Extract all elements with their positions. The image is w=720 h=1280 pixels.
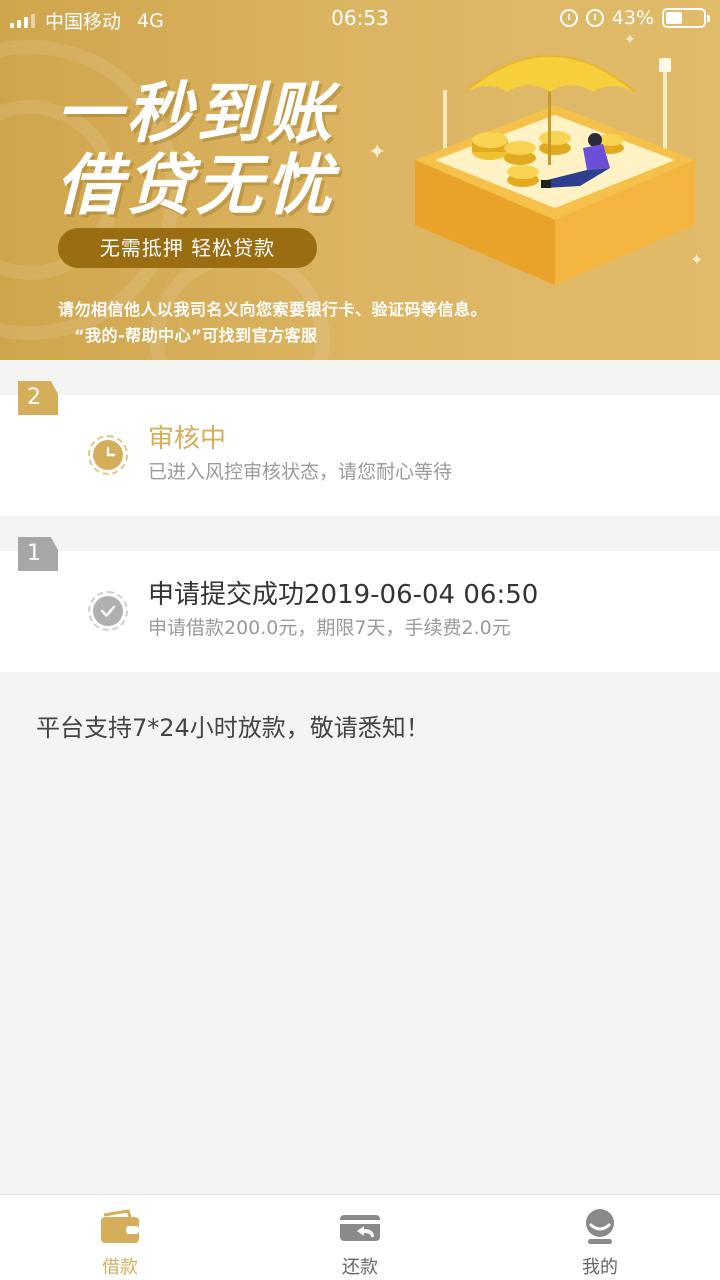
status-title: 审核中 [148,424,227,454]
banner-headline-2: 借贷无忧 [56,147,336,224]
tab-mine[interactable]: 我的 [480,1195,720,1280]
status-card-review: 2 审核中 已进入风控审核状态，请您耐心等待 [0,381,720,516]
bottom-tab-bar: 借款 还款 我的 [0,1194,720,1280]
step-number-badge: 1 [18,537,58,571]
payout-notice: 平台支持7*24小时放款，敬请悉知！ [36,714,430,742]
status-card-submitted: 1 申请提交成功2019-06-04 06:50 申请借款200.0元，期限7天… [0,537,720,672]
tab-label: 我的 [582,1257,618,1278]
alarm-icon [585,9,604,27]
banner-notice-2: “我的-帮助中心”可找到官方客服 [74,326,318,345]
clock-icon [88,435,128,475]
tab-label: 借款 [102,1257,138,1278]
tab-label: 还款 [342,1257,378,1278]
check-icon [88,591,128,631]
banner-pill: 无需抵押 轻松贷款 [58,228,317,268]
tab-borrow[interactable]: 借款 [0,1195,240,1280]
user-icon [578,1207,622,1247]
status-title: 申请提交成功2019-06-04 06:50 [148,580,539,610]
card-return-icon [338,1207,382,1247]
promo-banner[interactable]: 中国移动 4G 06:53 43% 一秒到账 借贷无忧 无需抵押 轻松贷款 请勿… [0,0,720,360]
status-subtitle: 申请借款200.0元，期限7天，手续费2.0元 [148,617,511,639]
vault-umbrella-illustration [415,55,695,285]
wallet-icon [98,1207,142,1247]
status-subtitle: 已进入风控审核状态，请您耐心等待 [148,461,453,483]
rotation-lock-icon [559,9,578,27]
tab-repay[interactable]: 还款 [240,1195,480,1280]
sparkle-icon: ✦ [368,140,387,165]
step-number-badge: 2 [18,381,58,415]
battery-icon [662,8,710,28]
battery-percent: 43% [611,7,654,29]
